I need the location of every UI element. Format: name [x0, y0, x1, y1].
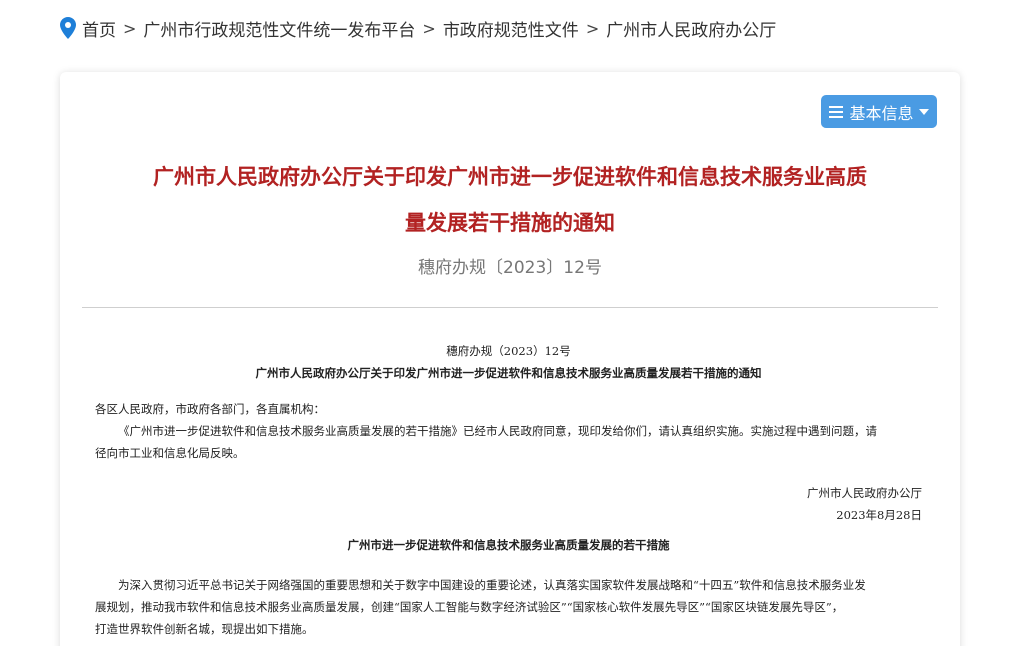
body-issuer: 广州市人民政府办公厅 [807, 486, 922, 500]
document-card: 基本信息 广州市人民政府办公厅关于印发广州市进一步促进软件和信息技术服务业高质 … [60, 72, 960, 646]
body-salutation: 各区人民政府，市政府各部门，各直属机构： [95, 402, 325, 416]
body-subheading: 广州市进一步促进软件和信息技术服务业高质量发展的若干措施 [347, 538, 670, 552]
document-title: 广州市人民政府办公厅关于印发广州市进一步促进软件和信息技术服务业高质 量发展若干… [100, 154, 920, 246]
caret-down-icon [918, 108, 929, 115]
breadcrumb-home[interactable]: 首页 [82, 16, 116, 41]
document-number: 穗府办规〔2023〕12号 [418, 258, 602, 278]
breadcrumb: 首页 > 广州市行政规范性文件统一发布平台 > 市政府规范性文件 > 广州市人民… [60, 14, 776, 42]
divider [82, 307, 938, 308]
document-title-line: 量发展若干措施的通知 [405, 211, 615, 235]
breadcrumb-municipal-documents[interactable]: 市政府规范性文件 [443, 16, 579, 41]
body-paragraph-line: 打造世界软件创新名城，现提出如下措施。 [95, 622, 314, 636]
document-title-line: 广州市人民政府办公厅关于印发广州市进一步促进软件和信息技术服务业高质 [153, 165, 867, 189]
basic-info-button[interactable]: 基本信息 [821, 95, 937, 128]
body-heading: 广州市人民政府办公厅关于印发广州市进一步促进软件和信息技术服务业高质量发展若干措… [255, 366, 762, 380]
document-body: 穗府办规（2023）12号 广州市人民政府办公厅关于印发广州市进一步促进软件和信… [95, 340, 922, 640]
breadcrumb-separator: > [585, 18, 600, 38]
breadcrumb-separator: > [123, 18, 137, 38]
body-document-number: 穗府办规（2023）12号 [446, 344, 571, 358]
body-paragraph-line: 径向市工业和信息化局反映。 [95, 446, 245, 460]
body-paragraph-line: 《广州市进一步促进软件和信息技术服务业高质量发展的若干措施》已经市人民政府同意，… [118, 424, 877, 438]
breadcrumb-separator: > [422, 18, 436, 38]
basic-info-label: 基本信息 [849, 103, 914, 123]
breadcrumb-platform[interactable]: 广州市行政规范性文件统一发布平台 [143, 16, 415, 41]
body-paragraph-line: 为深入贯彻习近平总书记关于网络强国的重要思想和关于数字中国建设的重要论述，认真落… [118, 578, 866, 592]
breadcrumb-general-office[interactable]: 广州市人民政府办公厅 [606, 16, 776, 41]
body-paragraph-line: 展规划，推动我市软件和信息技术服务业高质量发展，创建“国家人工智能与数字经济试验… [95, 600, 844, 614]
body-date: 2023年8月28日 [836, 508, 922, 522]
menu-bars-icon [829, 105, 844, 118]
location-pin-icon [60, 17, 76, 39]
